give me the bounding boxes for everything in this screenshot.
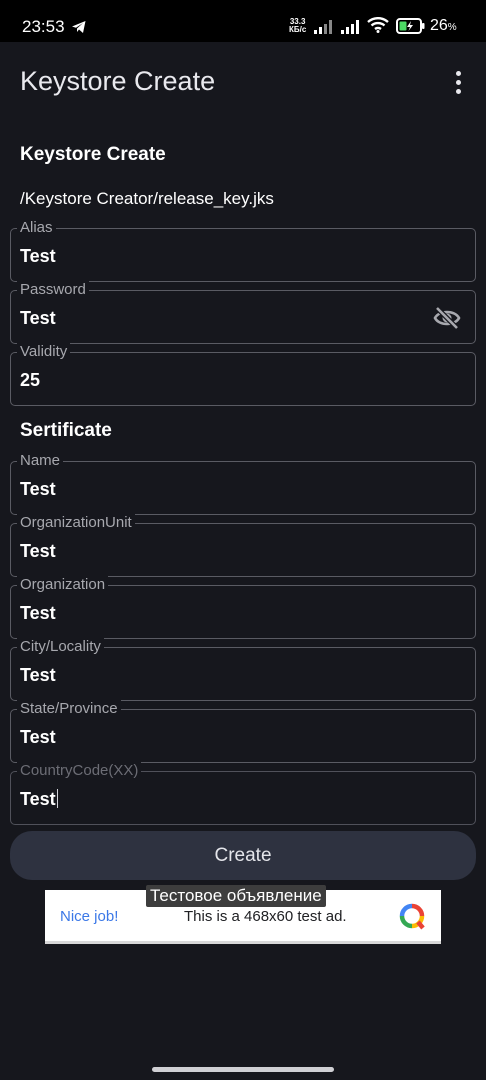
state-value[interactable]: Test bbox=[20, 727, 56, 748]
organization-unit-label: OrganizationUnit bbox=[17, 514, 135, 531]
city-field[interactable]: City/Locality Test bbox=[10, 638, 476, 701]
signal-icon bbox=[314, 19, 336, 38]
alias-field[interactable]: Alias Test bbox=[10, 219, 476, 282]
state-field[interactable]: State/Province Test bbox=[10, 700, 476, 763]
organization-unit-value[interactable]: Test bbox=[20, 541, 56, 562]
organization-value[interactable]: Test bbox=[20, 603, 56, 624]
network-speed: 33.3 КБ/с bbox=[289, 18, 306, 34]
organization-label: Organization bbox=[17, 576, 109, 593]
organization-field[interactable]: Organization Test bbox=[10, 576, 476, 639]
status-time: 23:53 bbox=[22, 17, 65, 36]
ad-text: This is a 468x60 test ad. bbox=[184, 908, 347, 925]
alias-value[interactable]: Test bbox=[20, 246, 56, 267]
text-cursor bbox=[56, 789, 59, 808]
telegram-icon bbox=[72, 18, 86, 37]
admob-logo-icon bbox=[398, 902, 426, 934]
battery-percent-value: 26 bbox=[430, 17, 448, 34]
country-code-text: Test bbox=[20, 789, 56, 809]
keystore-path: /Keystore Creator/release_key.jks bbox=[20, 189, 274, 208]
country-code-label: CountryCode(XX) bbox=[17, 762, 142, 779]
alias-label: Alias bbox=[17, 219, 56, 236]
wifi-icon bbox=[367, 17, 389, 37]
keystore-section-title: Keystore Create bbox=[20, 144, 166, 165]
status-bar: 23:53 33.3 КБ/с 26% bbox=[0, 0, 486, 42]
state-label: State/Province bbox=[17, 700, 121, 717]
battery-percent-unit: % bbox=[447, 22, 457, 33]
home-indicator[interactable] bbox=[152, 1067, 334, 1072]
battery-icon bbox=[396, 18, 426, 38]
more-vert-icon[interactable] bbox=[446, 68, 470, 96]
validity-field[interactable]: Validity 25 bbox=[10, 343, 476, 406]
password-field[interactable]: Password Test bbox=[10, 281, 476, 344]
name-value[interactable]: Test bbox=[20, 479, 56, 500]
network-speed-unit: КБ/с bbox=[289, 25, 307, 34]
country-code-value[interactable]: Test bbox=[20, 789, 59, 810]
create-button[interactable]: Create bbox=[10, 831, 476, 880]
country-code-field[interactable]: CountryCode(XX) Test bbox=[10, 762, 476, 825]
validity-label: Validity bbox=[17, 343, 71, 360]
signal-icon-2 bbox=[341, 19, 363, 38]
visibility-off-icon[interactable] bbox=[433, 306, 461, 330]
certificate-section-title: Sertificate bbox=[20, 420, 112, 441]
city-label: City/Locality bbox=[17, 638, 104, 655]
app-bar-title: Keystore Create bbox=[20, 66, 216, 96]
organization-unit-field[interactable]: OrganizationUnit Test bbox=[10, 514, 476, 577]
battery-percent: 26% bbox=[430, 17, 457, 35]
test-ad-tooltip: Тестовое объявление bbox=[146, 885, 326, 907]
password-value[interactable]: Test bbox=[20, 308, 56, 329]
validity-value[interactable]: 25 bbox=[20, 370, 40, 391]
name-label: Name bbox=[17, 452, 64, 469]
name-field[interactable]: Name Test bbox=[10, 452, 476, 515]
password-label: Password bbox=[17, 281, 89, 298]
ad-nice-job[interactable]: Nice job! bbox=[60, 908, 118, 925]
city-value[interactable]: Test bbox=[20, 665, 56, 686]
